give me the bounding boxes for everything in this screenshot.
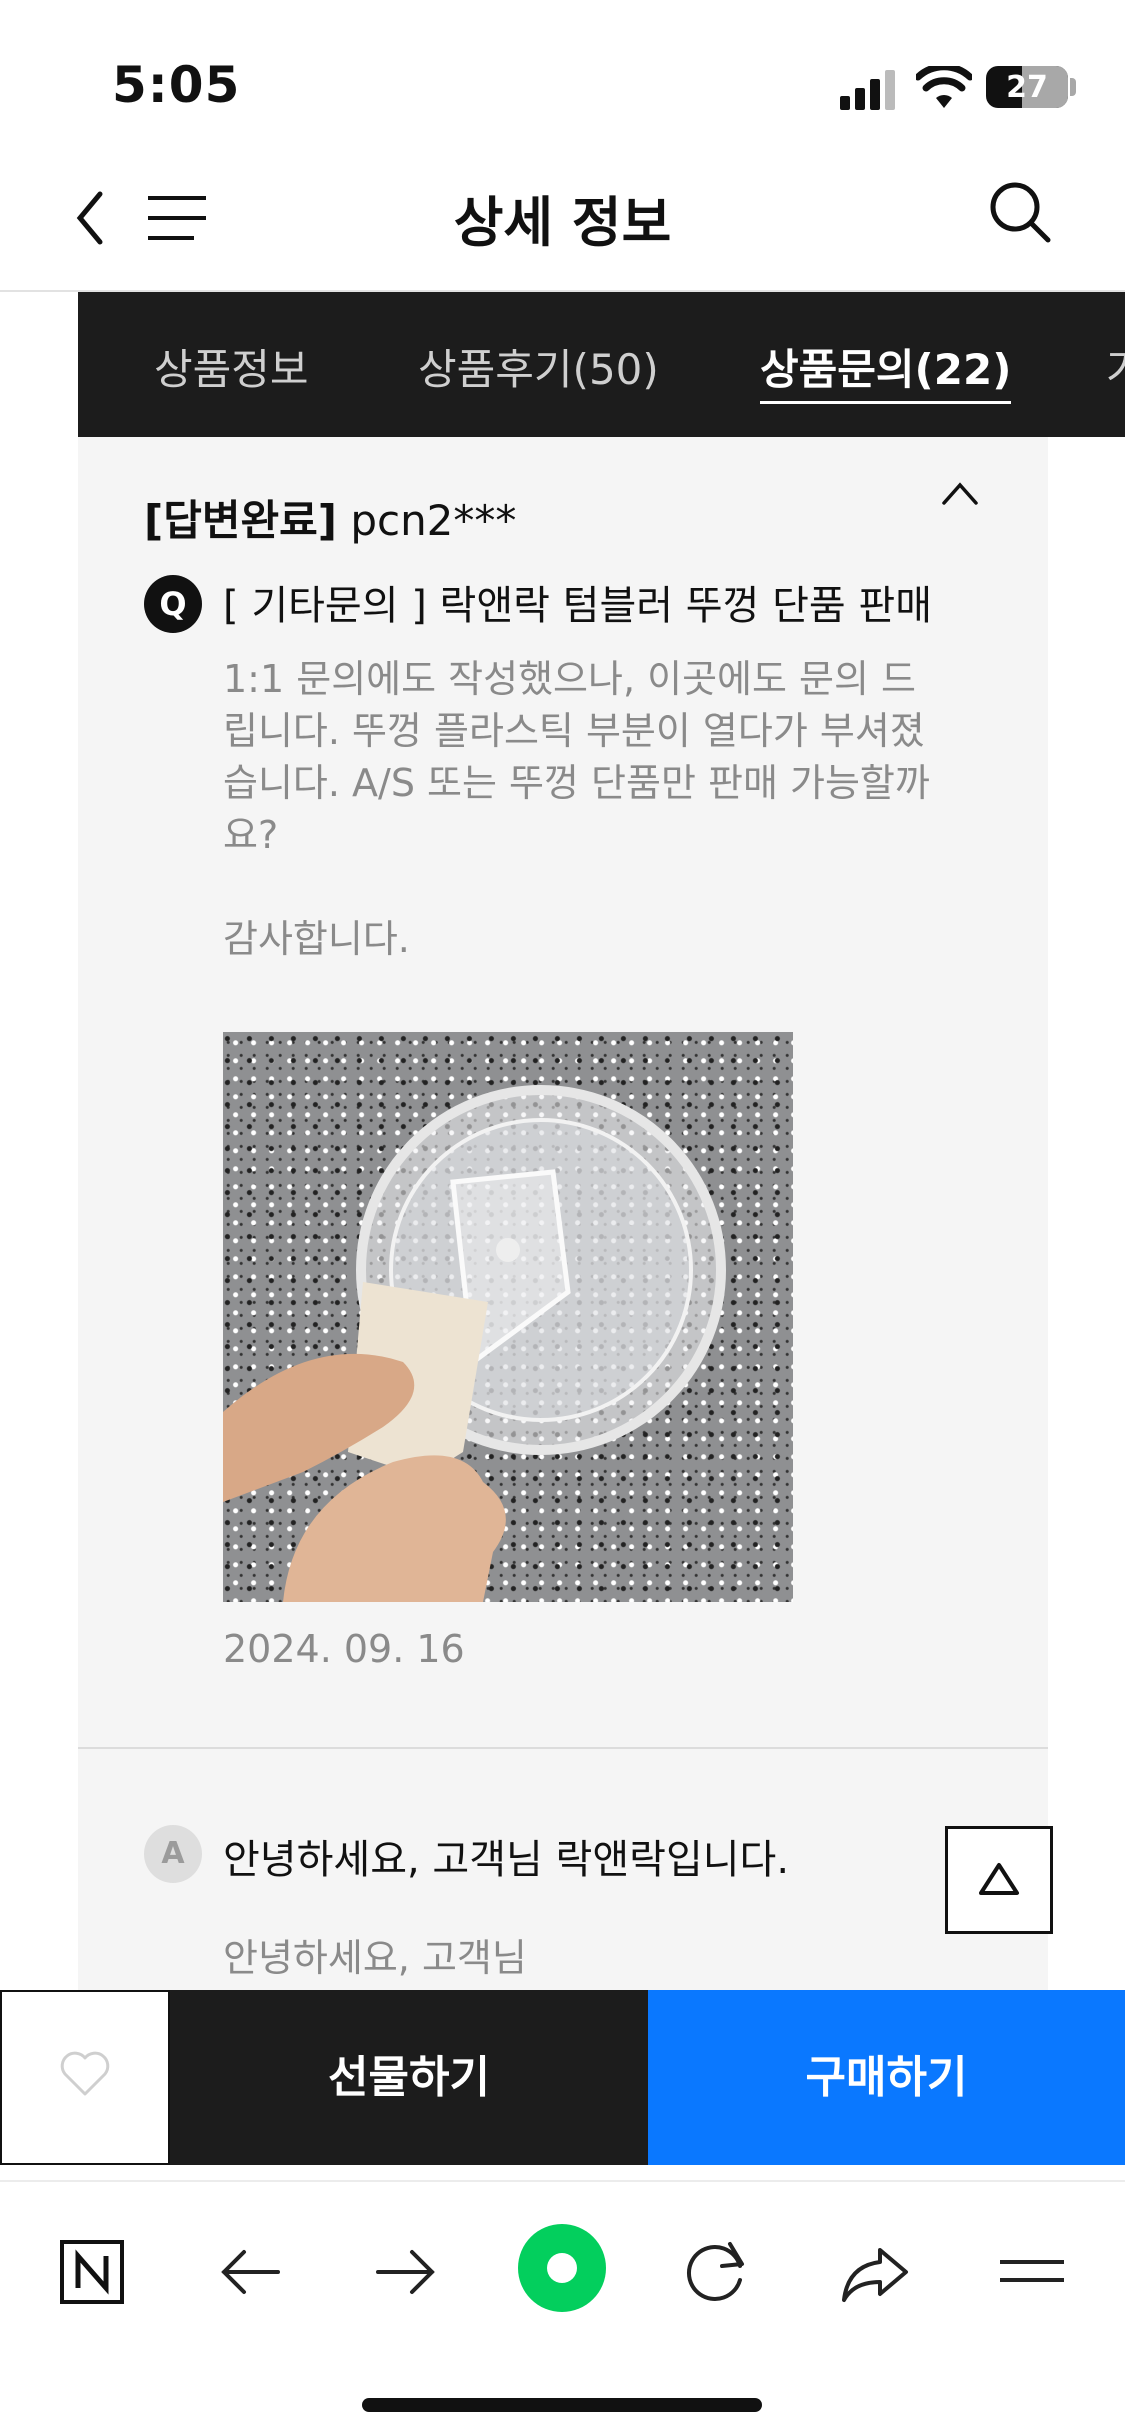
broken-lid-image (223, 1085, 726, 1602)
scroll-top-button[interactable] (945, 1826, 1053, 1934)
green-dot-icon[interactable] (512, 2218, 612, 2318)
share-icon[interactable] (834, 2232, 914, 2312)
arrow-left-icon[interactable] (210, 2232, 290, 2312)
question-body: 1:1 문의에도 작성했으나, 이곳에도 문의 드 립니다. 뚜껑 플라스틱 부… (223, 657, 930, 961)
battery-percent: 27 (1006, 69, 1048, 105)
top-header: 상세 정보 (0, 150, 1125, 292)
heart-icon (60, 2051, 110, 2096)
tab-inquiries[interactable]: 상품문의(22) (760, 336, 1012, 404)
naver-n-icon[interactable] (52, 2232, 132, 2312)
page-title: 상세 정보 (453, 191, 672, 254)
status-bar: 5:05 27 (0, 0, 1125, 150)
inquiry-photo[interactable] (223, 1032, 793, 1602)
chevron-up-icon[interactable] (940, 477, 980, 511)
wifi-icon (916, 66, 972, 108)
answer-title: 안녕하세요, 고객님 락앤락입니다. (223, 1837, 790, 1883)
hamburger-icon[interactable] (992, 2232, 1072, 2312)
tab-reviews[interactable]: 상품후기(50) (418, 336, 659, 397)
search-icon[interactable] (984, 176, 1054, 246)
battery-icon: 27 (986, 66, 1068, 108)
answer-badge: A (144, 1825, 202, 1883)
signal-icon (840, 70, 895, 110)
answer-body: 안녕하세요, 고객님 (223, 1936, 527, 1980)
purchase-bar: 선물하기 구매하기 (0, 1990, 1125, 2165)
inquiry-date: 2024. 09. 16 (223, 1627, 465, 1671)
refresh-icon[interactable] (676, 2232, 756, 2312)
status-time: 5:05 (112, 56, 241, 114)
tab-bar: 상품정보 상품후기(50) 상품문의(22) 가 (78, 292, 1125, 437)
tab-more[interactable]: 가 (1106, 336, 1125, 397)
gift-button[interactable]: 선물하기 (170, 1990, 648, 2165)
inquiry-panel: [답변완료] pcn2*** Q [ 기타문의 ] 락앤락 텀블러 뚜껑 단품 … (78, 437, 1048, 1990)
question-badge: Q (144, 575, 202, 633)
arrow-right-icon[interactable] (366, 2232, 446, 2312)
inquiry-user: pcn2*** (350, 496, 517, 545)
buy-button[interactable]: 구매하기 (648, 1990, 1125, 2165)
divider (78, 1747, 1048, 1749)
scroll-top-icon (979, 1863, 1019, 1895)
battery-cap (1070, 78, 1076, 96)
tab-product-info[interactable]: 상품정보 (154, 336, 309, 397)
answer-status: [답변완료] (144, 496, 337, 545)
question-title: [ 기타문의 ] 락앤락 텀블러 뚜껑 단품 판매 (223, 583, 933, 629)
home-indicator (362, 2398, 762, 2412)
wishlist-button[interactable] (0, 1990, 170, 2165)
inquiry-header[interactable]: [답변완료] pcn2*** (144, 487, 516, 548)
